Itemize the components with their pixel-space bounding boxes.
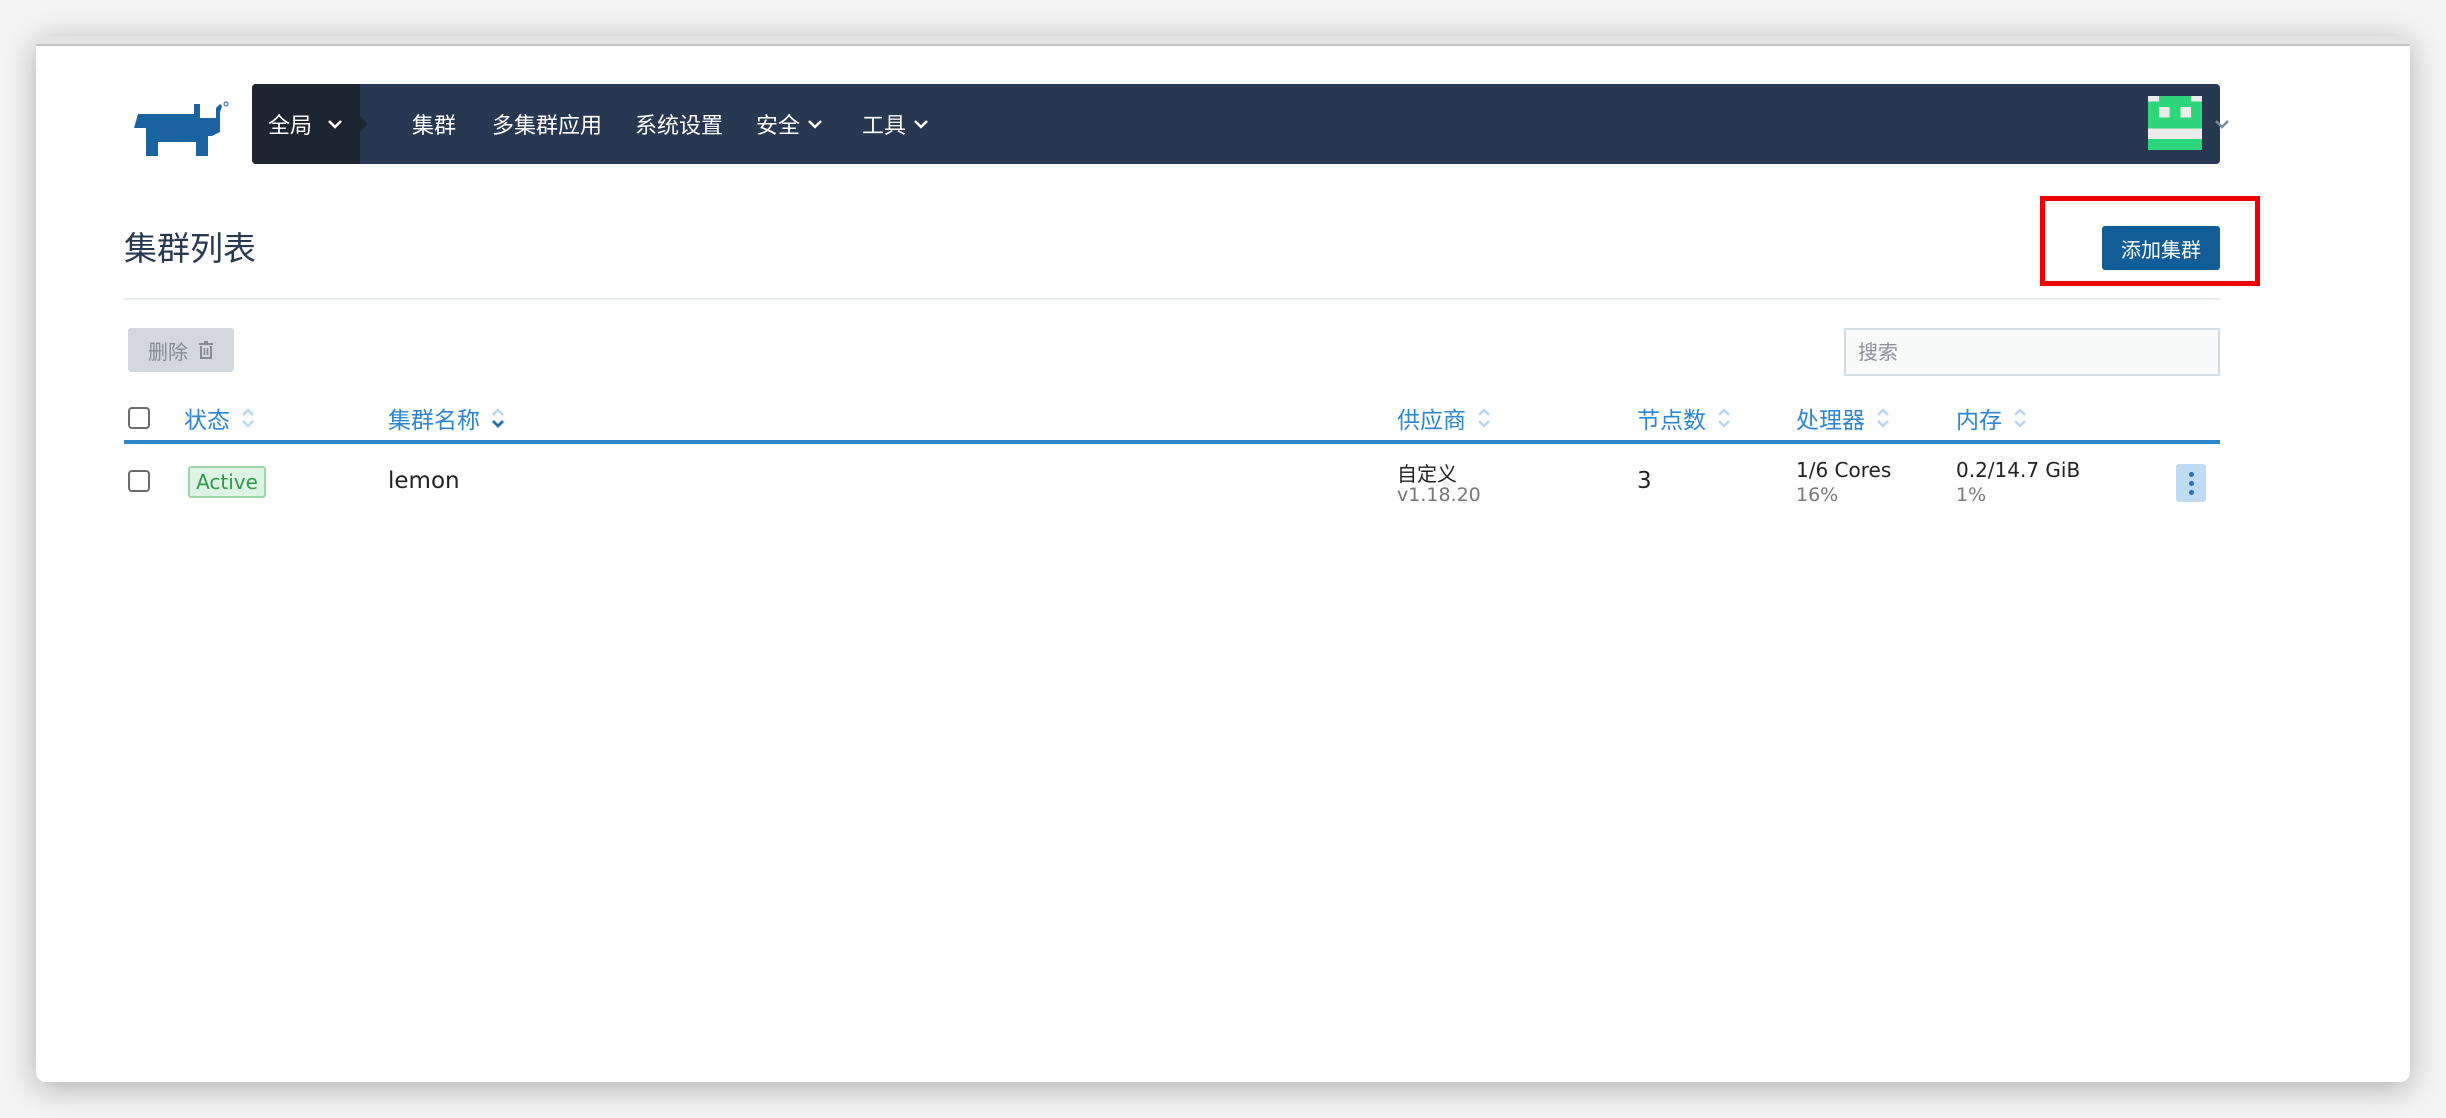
user-avatar-icon[interactable] [2148,96,2202,150]
kebab-dot [2188,480,2194,486]
column-header-memory[interactable]: 内存 [1956,400,2028,436]
page-title: 集群列表 [124,229,256,268]
column-header-state[interactable]: 状态 [184,400,256,436]
column-header-cpu[interactable]: 处理器 [1796,400,1891,436]
node-count-link[interactable]: 3 [1637,468,1652,494]
delete-button[interactable]: 删除 [128,328,234,372]
chevron-down-icon [914,120,928,129]
memory-value: 0.2/14.7 GiB [1956,458,2081,482]
sort-icon [1478,408,1490,428]
scope-switcher[interactable]: 全局 [252,84,360,164]
header-divider [124,298,2220,300]
row-actions-menu-button[interactable] [2176,464,2206,502]
search-input[interactable] [1844,328,2220,376]
provider-value: 自定义 [1397,462,1457,486]
column-label: 节点数 [1637,408,1706,434]
chevron-down-icon [328,120,342,129]
provider-version: v1.18.20 [1397,484,1481,506]
column-label: 处理器 [1796,408,1865,434]
column-label: 集群名称 [388,408,480,434]
cpu-percent: 16% [1796,484,1839,506]
nav-item-label: 多集群应用 [492,114,603,139]
row-checkbox[interactable] [128,470,150,492]
delete-label: 删除 [148,339,188,364]
cluster-name-link[interactable]: lemon [388,468,460,494]
browser-window: 全局 集群 多集群应用 系统设置 安全 工具 集群列表 添加集群 删除 搜索 状… [36,36,2410,1082]
nav-item-label: 系统设置 [635,114,724,139]
column-header-nodes[interactable]: 节点数 [1637,400,1732,436]
sort-icon [2014,408,2026,428]
nav-item-label: 安全 [756,114,801,139]
nav-item-settings[interactable]: 系统设置 [635,84,723,164]
kebab-dot [2188,489,2194,495]
column-header-name[interactable]: 集群名称 [388,400,506,436]
sort-icon [1718,408,1730,428]
table-header-underline [124,440,2220,444]
sort-icon [1877,408,1889,428]
trash-icon [199,341,213,359]
top-nav: 全局 集群 多集群应用 系统设置 安全 工具 [252,84,2229,164]
rancher-logo-icon[interactable] [124,98,232,162]
nav-item-label: 工具 [862,114,907,139]
memory-percent: 1% [1956,484,1987,506]
sort-icon [242,408,254,428]
nav-item-label: 集群 [412,114,457,139]
scope-notch [360,116,368,132]
select-all-checkbox[interactable] [128,407,150,429]
status-badge: Active [188,466,266,498]
column-label: 内存 [1956,408,2002,434]
chevron-down-icon[interactable] [2212,114,2232,134]
nav-item-clusters[interactable]: 集群 [412,84,456,164]
chevron-down-icon [808,120,822,129]
nav-item-multi-cluster-apps[interactable]: 多集群应用 [492,84,602,164]
window-top-bar [36,36,2410,46]
cpu-value: 1/6 Cores [1796,458,1892,482]
column-label: 状态 [184,408,230,434]
kebab-dot [2188,471,2194,477]
column-label: 供应商 [1397,408,1466,434]
add-cluster-button[interactable]: 添加集群 [2102,226,2220,270]
column-header-provider[interactable]: 供应商 [1397,400,1492,436]
nav-item-tools[interactable]: 工具 [862,84,930,164]
nav-item-security[interactable]: 安全 [756,84,824,164]
scope-label: 全局 [268,114,313,139]
sort-descending-icon [492,408,504,428]
